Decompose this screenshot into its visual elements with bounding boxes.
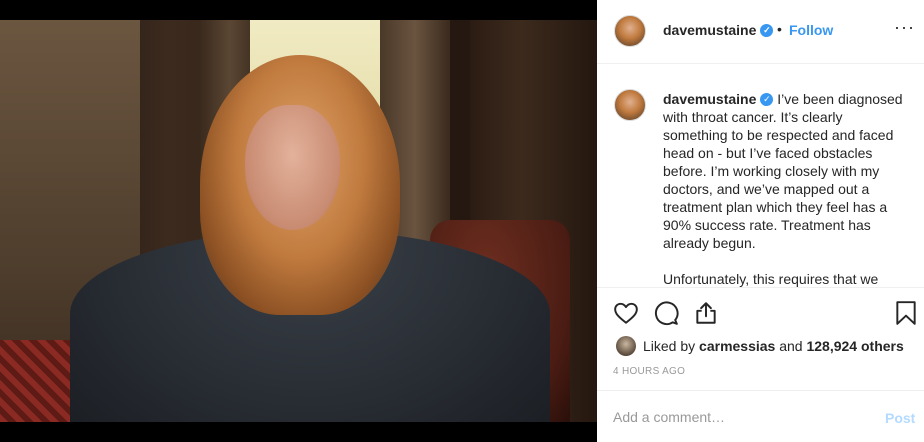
post-side-panel: davemustaine ✓ • Follow ··· davemustaine ✓… [597,0,924,442]
comment-box: Post [597,390,924,442]
separator-dot: • [777,21,782,37]
post-photo[interactable] [0,20,597,422]
liker-username[interactable]: carmessias [699,338,775,354]
caption: davemustaine ✓ I’ve been diagnosed with t… [663,90,903,287]
follow-button[interactable]: Follow [789,22,833,38]
caption-scroll-area[interactable]: davemustaine ✓ I’ve been diagnosed with t… [597,64,924,288]
post-comment-button[interactable]: Post [885,410,915,426]
caption-verified-badge-icon: ✓ [760,92,774,106]
bookmark-icon[interactable] [893,300,919,326]
liker-avatar[interactable] [616,336,636,356]
post-actions-bar [597,288,924,338]
photo-person-face [245,105,340,230]
caption-body: I’ve been diagnosed with throat cancer. … [663,91,903,287]
likes-text: Liked by carmessias and 128,924 others [643,338,904,354]
post-header: davemustaine ✓ • Follow ··· [597,0,924,64]
likes-prefix: Liked by [643,338,700,354]
heart-icon[interactable] [613,300,639,326]
more-options-icon[interactable]: ··· [894,17,915,38]
verified-badge-icon: ✓ [760,23,774,37]
author-username[interactable]: davemustaine ✓ [663,22,774,38]
comment-icon[interactable] [653,300,679,326]
share-icon[interactable] [693,300,719,326]
likes-summary: Liked by carmessias and 128,924 others [613,335,913,357]
comment-input[interactable] [613,405,863,429]
post-photo-area [0,0,597,442]
author-avatar[interactable] [614,15,646,47]
likes-conjunction: and [775,338,807,354]
caption-author-avatar[interactable] [614,89,646,121]
likes-count-link[interactable]: 128,924 others [806,338,903,354]
post-timestamp[interactable]: 4 HOURS AGO [613,366,685,377]
caption-username[interactable]: davemustaine [663,91,756,107]
